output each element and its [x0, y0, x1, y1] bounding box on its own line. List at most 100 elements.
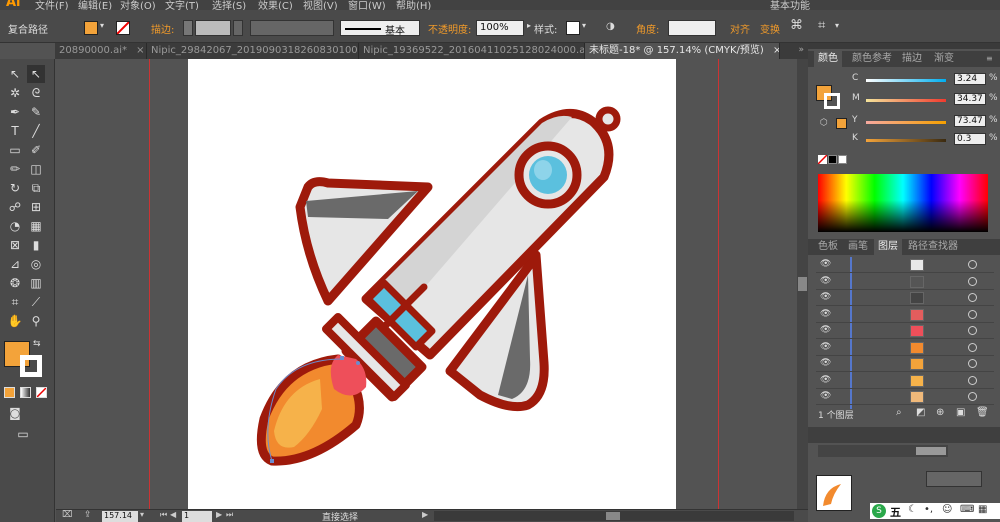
slider-y[interactable]: Y 73.47 %: [808, 115, 1000, 129]
transform-each-icon[interactable]: ⌘: [790, 18, 803, 33]
stroke-label[interactable]: 描边:: [151, 21, 174, 36]
layer-row[interactable]: 👁: [816, 274, 994, 290]
eyedropper-tool-icon[interactable]: ⊿: [6, 255, 24, 273]
slider-track[interactable]: [866, 139, 946, 142]
visibility-eye-icon[interactable]: 👁: [820, 276, 831, 286]
target-circle-icon[interactable]: [968, 375, 977, 385]
menu-view[interactable]: 视图(V): [303, 0, 338, 10]
recolor-icon[interactable]: ◑: [606, 21, 615, 32]
zoom-dropdown-icon[interactable]: ▾: [140, 510, 144, 519]
h-scrollbar-thumb[interactable]: [606, 512, 620, 520]
isolate-icon[interactable]: ⌗: [818, 18, 825, 33]
eraser-tool-icon[interactable]: ◫: [27, 160, 45, 178]
slider-track[interactable]: [866, 121, 946, 124]
slider-c[interactable]: C 3.24 %: [808, 73, 1000, 87]
tab-color[interactable]: 颜色: [814, 51, 842, 67]
visibility-eye-icon[interactable]: 👁: [820, 391, 831, 401]
visibility-eye-icon[interactable]: 👁: [820, 342, 831, 352]
workspace-switcher[interactable]: 基本功能: [770, 0, 810, 10]
curvature-tool-icon[interactable]: ✎: [27, 103, 45, 121]
target-circle-icon[interactable]: [968, 309, 977, 319]
paintbrush-tool-icon[interactable]: ✐: [27, 141, 45, 159]
lasso-tool-icon[interactable]: ᘓ: [27, 84, 45, 102]
layer-row[interactable]: 👁: [816, 323, 994, 339]
opacity-slider-value[interactable]: [916, 447, 946, 455]
channel-value[interactable]: 73.47: [954, 115, 986, 127]
swap-colors-icon[interactable]: ⇆: [33, 339, 41, 349]
none-swatch[interactable]: [818, 155, 827, 164]
menu-window[interactable]: 窗口(W): [348, 0, 386, 10]
magic-wand-tool-icon[interactable]: ✲: [6, 84, 24, 102]
variable-width-dropdown[interactable]: [250, 20, 334, 36]
menu-file[interactable]: 文件(F): [35, 0, 69, 10]
artboard-number-field[interactable]: 1: [182, 511, 212, 522]
type-tool-icon[interactable]: T: [6, 122, 24, 140]
horizontal-scrollbar[interactable]: [434, 511, 794, 521]
status-icon[interactable]: ⌧: [62, 510, 72, 520]
rectangle-tool-icon[interactable]: ▭: [6, 141, 24, 159]
angle-field[interactable]: [668, 20, 716, 36]
stroke-weight-field[interactable]: [195, 20, 231, 36]
style-dropdown-icon[interactable]: ▾: [582, 21, 586, 30]
delete-layer-icon[interactable]: 🗑: [976, 407, 989, 418]
last-artboard-icon[interactable]: ⏭: [226, 510, 233, 520]
tab-overflow-icon[interactable]: »: [798, 45, 804, 55]
share-icon[interactable]: ⇪: [84, 510, 92, 520]
prev-artboard-icon[interactable]: ◀: [170, 510, 176, 519]
stroke-weight-dropdown[interactable]: [233, 20, 243, 36]
gradient-mode-icon[interactable]: [20, 387, 31, 398]
target-circle-icon[interactable]: [968, 342, 977, 352]
screen-mode-icon[interactable]: ▭: [14, 425, 32, 443]
layer-row[interactable]: 👁: [816, 340, 994, 356]
fill-swatch[interactable]: [84, 21, 98, 35]
pencil-tool-icon[interactable]: ✏: [6, 160, 24, 178]
line-tool-icon[interactable]: ╱: [27, 122, 45, 140]
panel-button[interactable]: [926, 471, 982, 487]
rocket-artwork[interactable]: [188, 59, 676, 509]
layer-row[interactable]: 👁: [816, 373, 994, 389]
canvas-area[interactable]: [56, 59, 808, 509]
channel-value[interactable]: 3.24: [954, 73, 986, 85]
symbol-sprayer-tool-icon[interactable]: ❂: [6, 274, 24, 292]
white-swatch[interactable]: [838, 155, 847, 164]
new-sublayer-icon[interactable]: ⊕: [936, 407, 944, 418]
perspective-grid-tool-icon[interactable]: ▦: [27, 217, 45, 235]
tab-swatches[interactable]: 色板: [814, 239, 842, 255]
tab-close-icon[interactable]: ×: [136, 45, 144, 56]
tab-close-icon[interactable]: ×: [773, 45, 779, 56]
visibility-eye-icon[interactable]: 👁: [820, 292, 831, 302]
gradient-tool-icon[interactable]: ▮: [27, 236, 45, 254]
tab-pathfinder[interactable]: 路径查找器: [904, 239, 962, 255]
target-circle-icon[interactable]: [968, 392, 977, 401]
anchor-point[interactable]: [340, 356, 344, 360]
tab-brushes[interactable]: 画笔: [844, 239, 872, 255]
zoom-tool-icon[interactable]: ⚲: [27, 312, 45, 330]
menu-edit[interactable]: 编辑(E): [78, 0, 112, 10]
color-mode-icon[interactable]: [4, 387, 15, 398]
slider-track[interactable]: [866, 99, 946, 102]
tab-document-1[interactable]: 20890000.ai* ×: [55, 43, 147, 59]
layer-row[interactable]: 👁: [816, 257, 994, 273]
layer-row[interactable]: 👁: [816, 389, 994, 405]
ime-tools-icon[interactable]: ▦: [978, 504, 987, 515]
opacity-label[interactable]: 不透明度:: [428, 21, 471, 36]
ime-emoji-icon[interactable]: ☺: [942, 504, 952, 515]
brush-definition-dropdown[interactable]: 基本: [340, 20, 420, 37]
menu-help[interactable]: 帮助(H): [396, 0, 431, 10]
target-circle-icon[interactable]: [968, 293, 977, 302]
warp-tool-icon[interactable]: ☍: [6, 198, 24, 216]
target-circle-icon[interactable]: [968, 326, 977, 335]
mesh-tool-icon[interactable]: ⊠: [6, 236, 24, 254]
visibility-eye-icon[interactable]: 👁: [820, 358, 831, 368]
ime-moon-icon[interactable]: ☾: [908, 504, 917, 515]
locate-object-icon[interactable]: ⌕: [896, 407, 902, 418]
target-circle-icon[interactable]: [968, 260, 977, 269]
fill-dropdown-icon[interactable]: ▾: [100, 21, 104, 30]
ime-mode-label[interactable]: 五: [890, 504, 901, 520]
draw-mode-icon[interactable]: ◙: [6, 404, 24, 422]
new-layer-icon[interactable]: ▣: [956, 407, 965, 418]
zoom-field[interactable]: 157.14: [102, 511, 138, 522]
hand-tool-icon[interactable]: ✋: [6, 312, 24, 330]
symbol-preview[interactable]: [816, 475, 852, 511]
none-mode-icon[interactable]: [36, 387, 47, 398]
